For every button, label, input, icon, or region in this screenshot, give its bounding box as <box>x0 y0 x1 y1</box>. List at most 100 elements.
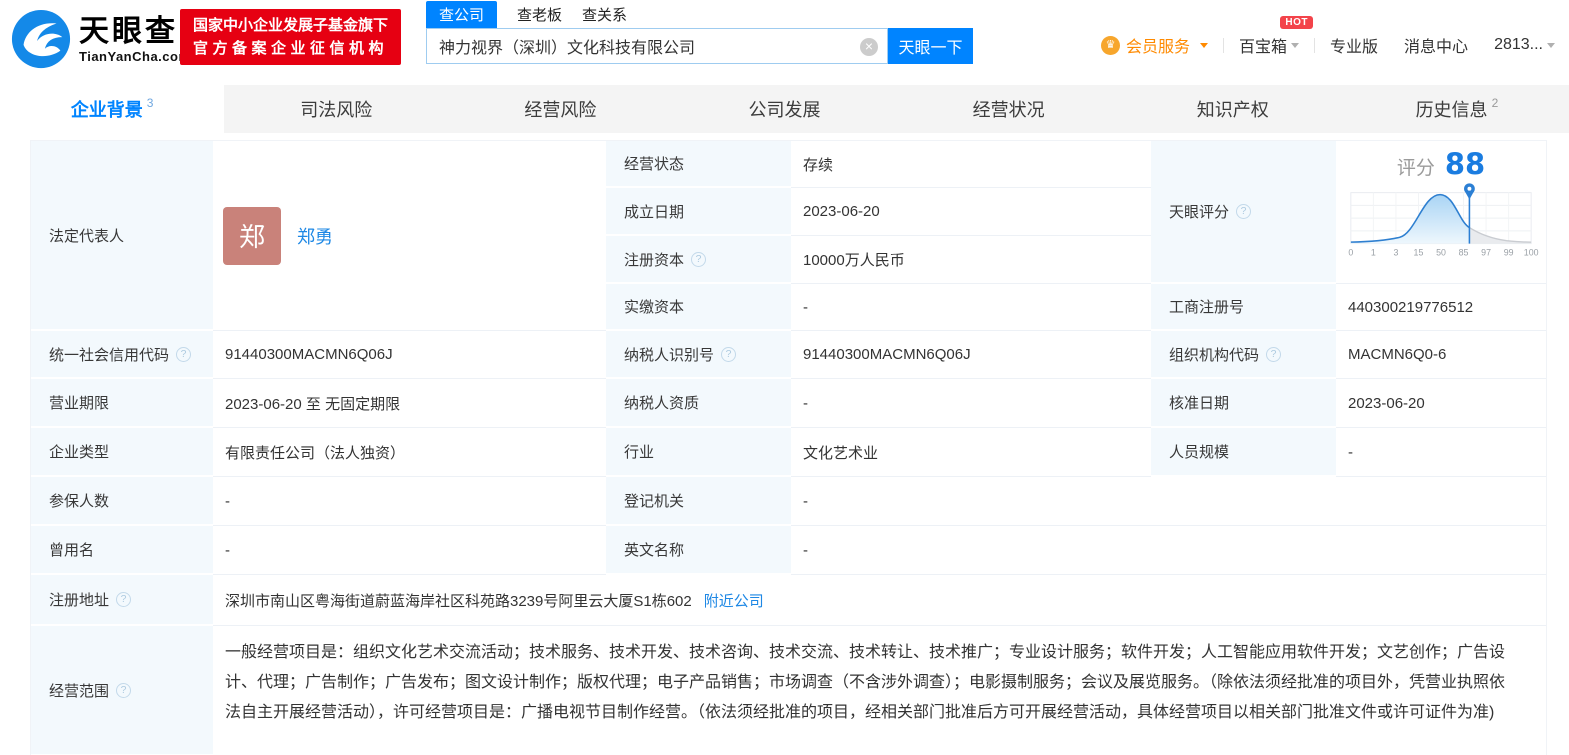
field-reg-authority-value: - <box>791 477 1151 526</box>
search-area: 查公司 查老板 查关系 × 天眼一下 <box>426 1 973 64</box>
field-former-name-value: - <box>213 526 606 575</box>
field-legal-rep-value: 郑 郑勇 <box>213 141 606 331</box>
help-icon[interactable]: ? <box>1236 204 1252 219</box>
svg-text:85: 85 <box>1459 247 1469 257</box>
hot-badge: HOT <box>1280 16 1314 29</box>
tab-operating-risk[interactable]: 经营风险 <box>448 85 672 133</box>
nav-message-center[interactable]: 消息中心 <box>1404 33 1468 57</box>
help-icon[interactable]: ? <box>116 592 132 607</box>
tab-label: 企业背景 <box>70 100 143 120</box>
logo-text: 天眼查 TianYanCha.com <box>79 15 191 64</box>
svg-text:3: 3 <box>1393 247 1398 257</box>
score-title: 评分 88 <box>1397 147 1485 181</box>
field-taxpayer-id-value: 91440300MACMN6Q06J <box>791 331 1151 379</box>
chevron-down-icon <box>1547 42 1555 48</box>
field-org-code-value: MACMN6Q0-6 <box>1336 331 1546 379</box>
tab-label: 经营风险 <box>524 100 597 120</box>
field-industry-value: 文化艺术业 <box>791 428 1151 477</box>
tab-count: 3 <box>146 96 154 110</box>
nav-vip-services[interactable]: ♛ 会员服务 <box>1101 33 1209 57</box>
field-staff-size-value: - <box>1336 428 1546 477</box>
tab-label: 经营状况 <box>972 100 1045 120</box>
tab-company-background[interactable]: 企业背景 3 <box>0 85 225 133</box>
nearby-companies-link[interactable]: 附近公司 <box>704 590 764 611</box>
tianyancha-logo-icon <box>11 9 71 69</box>
nav-vip-label: 会员服务 <box>1126 39 1191 56</box>
address-text: 深圳市南山区粤海街道蔚蓝海岸社区科苑路3239号阿里云大厦S1栋602 <box>225 592 692 610</box>
tyc-score-chart[interactable]: 评分 88 0 1 3 15 50 85 97 99 100 <box>1336 141 1546 284</box>
search-tab-company[interactable]: 查公司 <box>426 1 498 28</box>
field-reg-number-label: 工商注册号 <box>1151 284 1336 331</box>
tab-label: 知识产权 <box>1196 100 1269 120</box>
clear-icon[interactable]: × <box>860 38 878 56</box>
field-taxpayer-quality-value: - <box>791 379 1151 428</box>
field-legal-rep-label: 法定代表人 <box>31 141 213 331</box>
field-english-name-value: - <box>791 526 1151 575</box>
tab-label: 公司发展 <box>748 100 821 120</box>
field-reg-authority-label: 登记机关 <box>606 477 791 526</box>
svg-text:1: 1 <box>1371 247 1376 257</box>
field-taxpayer-id-label: 纳税人识别号 ? <box>606 331 791 379</box>
company-info-table: 法定代表人 郑 郑勇 经营状态 存续 成立日期 2023-06-20 注册资本 … <box>30 140 1547 755</box>
tianyancha-logo[interactable]: 天眼查 TianYanCha.com <box>10 8 191 70</box>
field-reg-capital-value: 10000万人民币 <box>791 236 1151 284</box>
nav-user-account[interactable]: 2813... <box>1494 36 1555 54</box>
chevron-down-icon <box>1200 42 1209 48</box>
search-row: × 天眼一下 <box>426 28 973 64</box>
tab-count: 2 <box>1491 96 1499 110</box>
field-paid-capital-value: - <box>791 284 1151 331</box>
legal-rep-name-link[interactable]: 郑勇 <box>297 223 333 249</box>
certification-badge: 国家中小企业发展子基金旗下 官方备案企业征信机构 <box>180 9 402 65</box>
help-icon[interactable]: ? <box>721 346 737 362</box>
label-text: 统一社会信用代码 <box>49 346 170 364</box>
certification-badge-line1: 国家中小企业发展子基金旗下 <box>193 17 389 34</box>
label-text: 注册资本 <box>624 251 685 269</box>
svg-text:50: 50 <box>1436 247 1446 257</box>
field-business-scope-label: 经营范围 ? <box>31 626 213 755</box>
help-icon[interactable]: ? <box>116 682 132 698</box>
field-business-term-label: 营业期限 <box>31 379 213 428</box>
score-distribution-chart: 0 1 3 15 50 85 97 99 100 <box>1348 183 1539 257</box>
nav-user-name: 2813... <box>1494 36 1543 53</box>
field-reg-capital-label: 注册资本 ? <box>606 236 791 284</box>
svg-text:0: 0 <box>1348 247 1353 257</box>
tab-label: 司法风险 <box>300 100 373 120</box>
search-tab-boss[interactable]: 查老板 <box>517 1 562 28</box>
svg-text:15: 15 <box>1414 247 1424 257</box>
help-icon[interactable]: ? <box>176 346 192 362</box>
certification-badge-line2: 官方备案企业征信机构 <box>193 40 389 57</box>
search-button[interactable]: 天眼一下 <box>888 28 973 64</box>
top-nav: ♛ 会员服务 HOT 百宝箱 专业版 消息中心 2813... <box>1101 16 1555 57</box>
field-establish-date-label: 成立日期 <box>606 188 791 236</box>
svg-text:97: 97 <box>1481 247 1491 257</box>
field-staff-size-label: 人员规模 <box>1151 428 1336 477</box>
field-insured-count-value: - <box>213 477 606 526</box>
field-business-term-value: 2023-06-20 至 无固定期限 <box>213 379 606 428</box>
nav-pro-version[interactable]: 专业版 <box>1330 33 1378 57</box>
tab-intellectual-property[interactable]: 知识产权 <box>1121 85 1345 133</box>
search-input[interactable] <box>427 29 887 63</box>
search-tab-relation[interactable]: 查关系 <box>582 1 627 28</box>
field-english-name-label: 英文名称 <box>606 526 791 575</box>
svg-text:99: 99 <box>1504 247 1514 257</box>
field-industry-label: 行业 <box>606 428 791 477</box>
tab-history-info[interactable]: 历史信息 2 <box>1345 85 1569 133</box>
legal-rep-avatar[interactable]: 郑 <box>223 206 281 265</box>
field-company-type-value: 有限责任公司（法人独资） <box>213 428 606 477</box>
tab-label: 历史信息 <box>1415 100 1488 120</box>
field-reg-address-label: 注册地址 ? <box>31 575 213 626</box>
chevron-down-icon <box>1291 42 1300 48</box>
help-icon[interactable]: ? <box>1266 346 1282 362</box>
nav-toolbox[interactable]: HOT 百宝箱 <box>1239 16 1314 57</box>
field-reg-number-value: 440300219776512 <box>1336 284 1546 331</box>
tab-company-development[interactable]: 公司发展 <box>672 85 896 133</box>
tab-judicial-risk[interactable]: 司法风险 <box>224 85 448 133</box>
field-reg-address-value: 深圳市南山区粤海街道蔚蓝海岸社区科苑路3239号阿里云大厦S1栋602 附近公司 <box>213 575 1546 626</box>
nav-toolbox-label: 百宝箱 <box>1239 39 1288 56</box>
tab-operating-status[interactable]: 经营状况 <box>897 85 1121 133</box>
crown-icon: ♛ <box>1101 35 1120 55</box>
header: 天眼查 TianYanCha.com 国家中小企业发展子基金旗下 官方备案企业征… <box>0 0 1569 80</box>
help-icon[interactable]: ? <box>691 251 707 267</box>
score-word: 评分 <box>1396 158 1435 179</box>
label-text: 注册地址 <box>49 592 110 609</box>
